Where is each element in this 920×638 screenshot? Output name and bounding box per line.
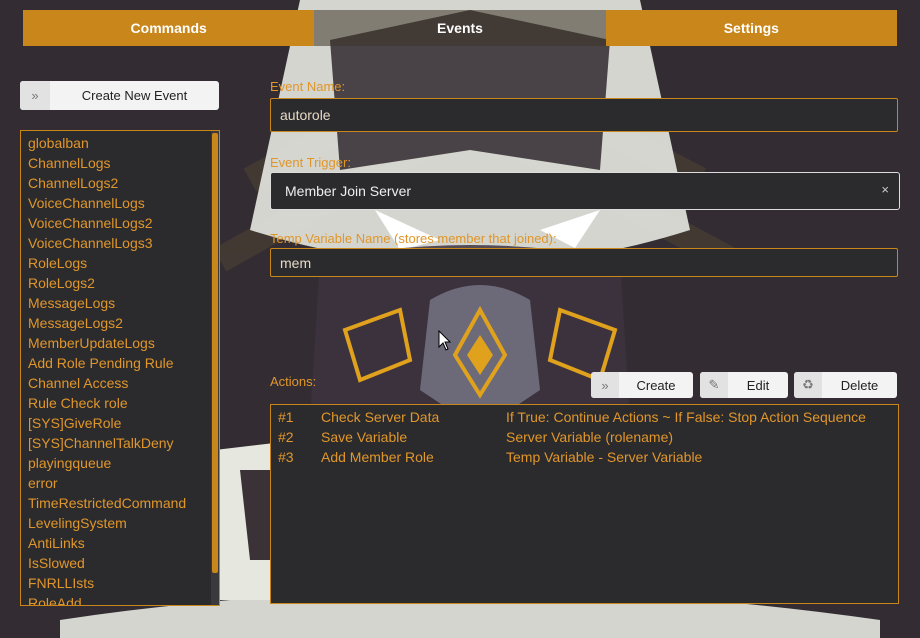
action-description: Temp Variable - Server Variable — [506, 449, 703, 465]
temp-variable-input[interactable]: mem — [270, 248, 898, 277]
event-name-label: Event Name: — [270, 79, 346, 94]
action-name: Add Member Role — [321, 449, 434, 465]
mouse-cursor-icon — [438, 330, 452, 351]
tab-commands[interactable]: Commands — [23, 10, 315, 46]
event-trigger-value: Member Join Server — [285, 183, 412, 199]
event-trigger-select[interactable]: Member Join Server × — [270, 172, 900, 210]
tab-settings[interactable]: Settings — [605, 10, 897, 46]
temp-variable-label: Temp Variable Name (stores member that j… — [270, 231, 557, 246]
event-list-item[interactable]: globalban — [21, 133, 219, 153]
event-list-item[interactable]: [SYS]ChannelTalkDeny — [21, 433, 219, 453]
scrollbar-thumb[interactable] — [212, 133, 218, 573]
tab-events[interactable]: Events — [314, 10, 606, 46]
action-row[interactable]: #3 Add Member Role Temp Variable - Server … — [271, 447, 898, 467]
action-number: #3 — [278, 449, 294, 465]
event-list-item[interactable]: RoleLogs2 — [21, 273, 219, 293]
event-list-item[interactable]: FNRLLIsts — [21, 573, 219, 593]
event-list-item[interactable]: error — [21, 473, 219, 493]
event-list-item[interactable]: RoleLogs — [21, 253, 219, 273]
event-list-item[interactable]: AntiLinks — [21, 533, 219, 553]
action-description: If True: Continue Actions ~ If False: St… — [506, 409, 866, 425]
double-chevron-right-icon: » — [20, 81, 50, 110]
create-new-event-label: Create New Event — [81, 88, 188, 103]
event-list-item[interactable]: LevelingSystem — [21, 513, 219, 533]
action-row[interactable]: #1 Check Server Data If True: Continue Act… — [271, 407, 898, 427]
delete-action-label: Delete — [840, 377, 879, 393]
action-description: Server Variable (rolename) — [506, 429, 674, 445]
event-list-item[interactable]: Add Role Pending Rule — [21, 353, 219, 373]
event-list-item[interactable]: Channel Access — [21, 373, 219, 393]
event-trigger-label: Event Trigger: — [270, 155, 351, 170]
event-list-item[interactable]: IsSlowed — [21, 553, 219, 573]
close-icon[interactable]: × — [881, 182, 889, 197]
event-list-item[interactable]: MemberUpdateLogs — [21, 333, 219, 353]
event-name-input[interactable]: autorole — [270, 98, 898, 132]
recycle-icon: ♻ — [794, 372, 822, 398]
event-list[interactable]: globalban ChannelLogs ChannelLogs2 VoiceCha… — [20, 130, 220, 606]
event-list-item[interactable]: [SYS]GiveRole — [21, 413, 219, 433]
edit-action-button[interactable]: ✎ Edit — [700, 372, 788, 398]
edit-action-label: Edit — [746, 377, 770, 393]
nav-tabs: Commands Events Settings — [23, 10, 897, 46]
event-list-scrollbar[interactable] — [211, 131, 219, 605]
event-list-item[interactable]: VoiceChannelLogs2 — [21, 213, 219, 233]
action-number: #1 — [278, 409, 294, 425]
action-name: Save Variable — [321, 429, 408, 445]
action-number: #2 — [278, 429, 294, 445]
double-chevron-right-icon: » — [591, 372, 619, 398]
event-list-item[interactable]: VoiceChannelLogs3 — [21, 233, 219, 253]
pencil-icon: ✎ — [700, 372, 728, 398]
create-action-button[interactable]: » Create — [591, 372, 693, 398]
action-name: Check Server Data — [321, 409, 440, 425]
event-list-item[interactable]: TimeRestrictedCommand — [21, 493, 219, 513]
action-row[interactable]: #2 Save Variable Server Variable (rolename… — [271, 427, 898, 447]
event-list-item[interactable]: RoleAdd — [21, 593, 219, 605]
actions-list[interactable]: #1 Check Server Data If True: Continue Act… — [270, 404, 899, 604]
event-list-items: globalban ChannelLogs ChannelLogs2 VoiceCha… — [21, 131, 219, 605]
event-list-item[interactable]: ChannelLogs — [21, 153, 219, 173]
event-list-item[interactable]: MessageLogs — [21, 293, 219, 313]
actions-label: Actions: — [270, 374, 317, 389]
create-new-event-button[interactable]: » Create New Event — [20, 81, 219, 110]
event-list-item[interactable]: MessageLogs2 — [21, 313, 219, 333]
event-list-item[interactable]: playingqueue — [21, 453, 219, 473]
event-list-item[interactable]: ChannelLogs2 — [21, 173, 219, 193]
event-list-item[interactable]: VoiceChannelLogs — [21, 193, 219, 213]
create-action-label: Create — [636, 377, 676, 393]
delete-action-button[interactable]: ♻ Delete — [794, 372, 897, 398]
event-list-item[interactable]: Rule Check role — [21, 393, 219, 413]
